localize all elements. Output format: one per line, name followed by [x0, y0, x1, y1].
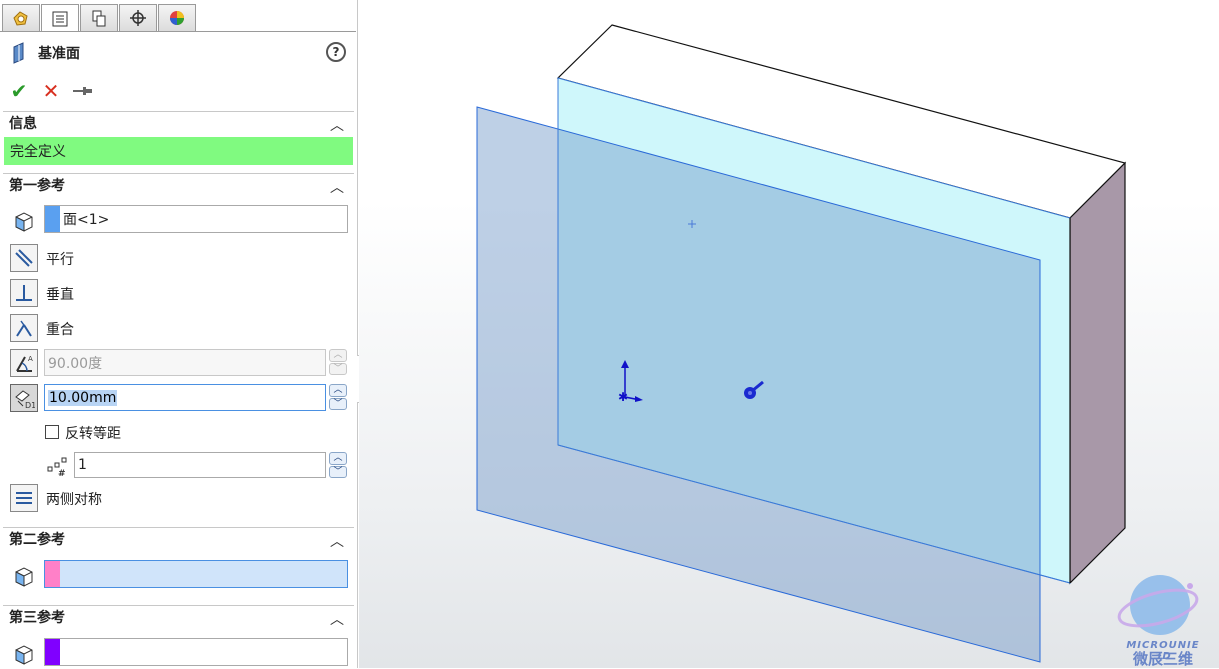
box-right-face[interactable]: [1069, 161, 1126, 585]
logo-cn-text: 微辰三维: [1132, 650, 1193, 668]
model-canvas: ✱: [476, 24, 1199, 663]
svg-text:✱: ✱: [618, 390, 628, 404]
microunie-logo: [1117, 575, 1199, 635]
